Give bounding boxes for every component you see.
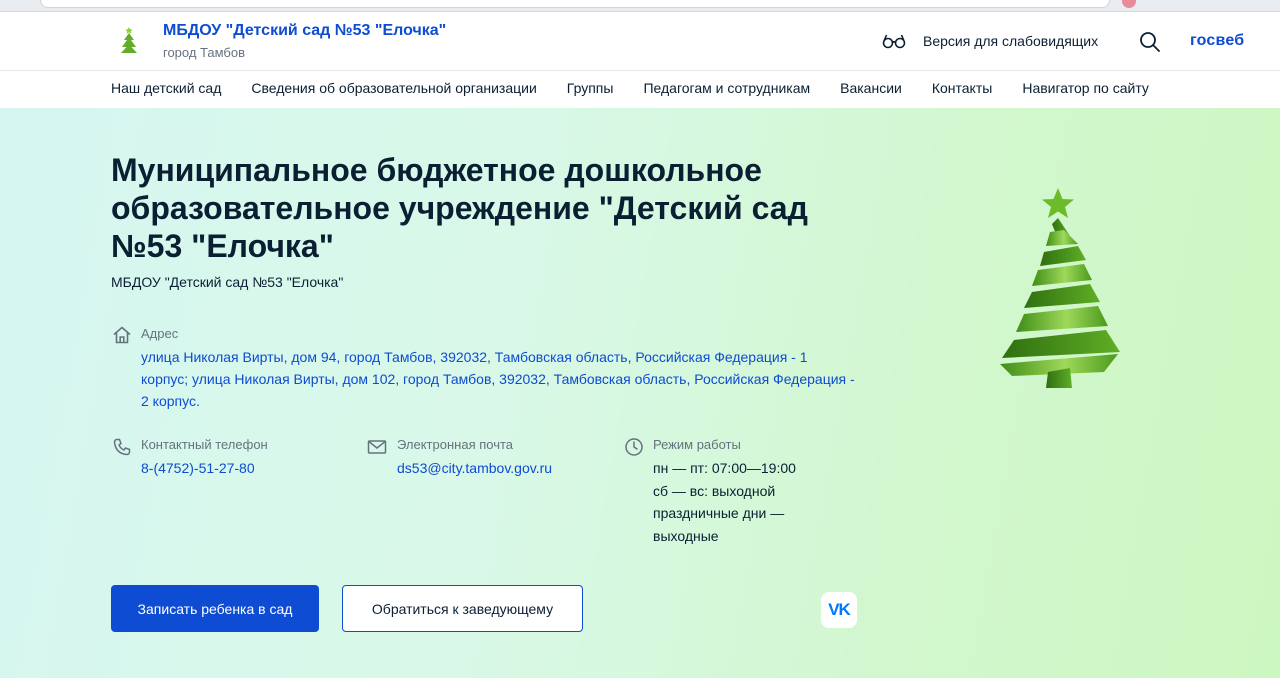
vk-social-button[interactable]: VK — [821, 592, 857, 628]
accessibility-version-link[interactable]: Версия для слабовидящих — [923, 33, 1098, 49]
phone-label: Контактный телефон — [141, 437, 268, 452]
search-icon[interactable] — [1139, 31, 1161, 53]
hours-label: Режим работы — [653, 437, 741, 452]
gosweb-logo[interactable]: госвеб — [1190, 32, 1244, 50]
browser-address-bar[interactable] — [40, 0, 1110, 8]
nav-item-contacts[interactable]: Контакты — [932, 80, 992, 96]
enroll-child-button[interactable]: Записать ребенка в сад — [111, 585, 319, 632]
page-title: Муниципальное бюджетное дошкольное образ… — [111, 152, 808, 264]
site-city: город Тамбов — [163, 45, 246, 60]
main-navigation: Наш детский сад Сведения об образователь… — [0, 72, 1280, 108]
email-link[interactable]: ds53@city.tambov.gov.ru — [397, 457, 552, 479]
hours-line: выходные — [653, 527, 719, 544]
nav-item-staff[interactable]: Педагогам и сотрудникам — [643, 80, 810, 96]
contact-head-button[interactable]: Обратиться к заведующему — [342, 585, 583, 632]
glasses-icon[interactable] — [882, 33, 906, 49]
hours-line: праздничные дни — — [653, 505, 785, 521]
site-name[interactable]: МБДОУ "Детский сад №53 "Елочка" — [163, 22, 446, 40]
address-link[interactable]: улица Николая Вирты, дом 94, город Тамбо… — [141, 346, 856, 412]
phone-icon — [113, 438, 131, 456]
page-subtitle: МБДОУ "Детский сад №53 "Елочка" — [111, 274, 344, 290]
hero-section: Муниципальное бюджетное дошкольное образ… — [0, 108, 1280, 678]
address-label: Адрес — [141, 326, 179, 341]
nav-item-vacancies[interactable]: Вакансии — [840, 80, 902, 96]
browser-profile-icon[interactable] — [1122, 0, 1136, 8]
home-icon — [113, 326, 131, 344]
nav-item-organization-info[interactable]: Сведения об образовательной организации — [251, 80, 536, 96]
christmas-tree-icon — [1000, 188, 1120, 388]
phone-link[interactable]: 8-(4752)-51-27-80 — [141, 457, 255, 479]
nav-item-groups[interactable]: Группы — [567, 80, 614, 96]
nav-item-site-navigator[interactable]: Навигатор по сайту — [1022, 80, 1149, 96]
hours-line: сб — вс: выходной — [653, 482, 776, 499]
tree-logo-icon[interactable] — [119, 26, 139, 54]
site-header: МБДОУ "Детский сад №53 "Елочка" город Та… — [0, 12, 1280, 71]
mail-icon — [367, 440, 387, 454]
clock-icon — [625, 438, 643, 456]
browser-chrome-strip — [0, 0, 1280, 12]
email-label: Электронная почта — [397, 437, 514, 452]
nav-item-our-kindergarten[interactable]: Наш детский сад — [111, 80, 221, 96]
hours-list: пн — пт: 07:00—19:00 сб — вс: выходной п… — [653, 457, 813, 547]
vk-icon: VK — [828, 600, 851, 619]
hours-line: пн — пт: 07:00—19:00 — [653, 460, 796, 476]
